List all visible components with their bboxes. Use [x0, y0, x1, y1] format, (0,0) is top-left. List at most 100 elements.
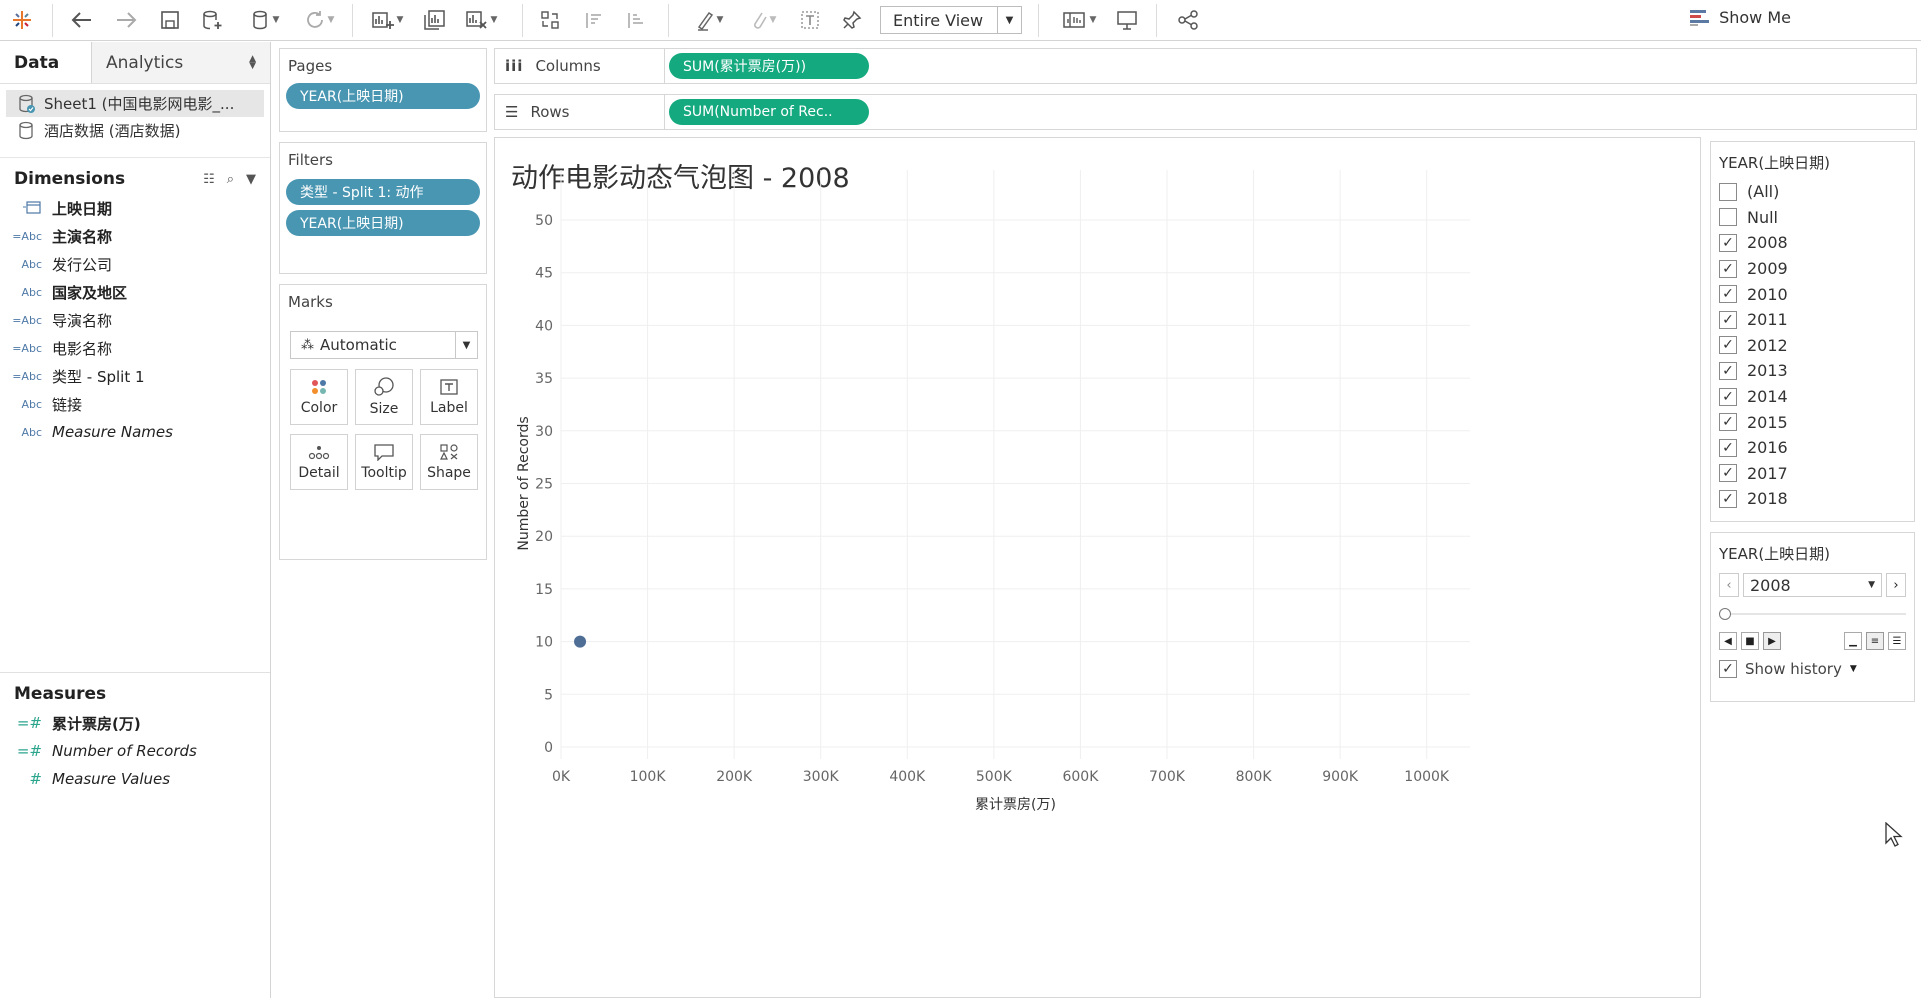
dimension-field[interactable]: Abc 国家及地区	[0, 278, 270, 306]
swap-rows-columns-icon[interactable]	[536, 6, 564, 34]
tooltip-button[interactable]: Tooltip	[355, 434, 413, 490]
dimension-field[interactable]: Abc 链接	[0, 390, 270, 418]
shape-button[interactable]: Shape	[420, 434, 478, 490]
pause-autoupdate-icon[interactable]: ▼	[242, 6, 288, 34]
share-icon[interactable]	[1174, 6, 1202, 34]
filter-pill[interactable]: 类型 - Split 1: 动作	[286, 179, 480, 205]
checkbox[interactable]: ✓	[1719, 310, 1737, 329]
year-filter-item[interactable]: ✓ 2008	[1711, 230, 1914, 256]
checkbox[interactable]	[1719, 182, 1737, 201]
measure-field[interactable]: # Measure Values	[0, 765, 270, 793]
show-mark-labels-icon[interactable]	[796, 6, 824, 34]
save-icon[interactable]	[156, 6, 184, 34]
label-button[interactable]: Label	[420, 369, 478, 425]
detail-button[interactable]: Detail	[290, 434, 348, 490]
speed-slow-icon[interactable]: ▁	[1844, 632, 1862, 650]
fit-select[interactable]: Entire View ▼	[880, 6, 1022, 34]
checkbox[interactable]: ✓	[1719, 489, 1737, 508]
size-button[interactable]: Size	[355, 369, 413, 425]
dimension-field[interactable]: =Abc 主演名称	[0, 222, 270, 250]
new-worksheet-icon[interactable]: ▼	[364, 6, 410, 34]
show-history-checkbox[interactable]: ✓	[1719, 660, 1737, 678]
year-filter-item[interactable]: Null	[1711, 205, 1914, 231]
show-history-row[interactable]: ✓ Show history ▼	[1711, 660, 1914, 678]
page-select[interactable]: 2008 ▼	[1743, 573, 1882, 597]
stop-icon[interactable]: ■	[1741, 632, 1759, 650]
field-name: 累计票房(万)	[52, 714, 141, 733]
chevron-down-icon[interactable]: ▼	[1850, 664, 1857, 674]
mark-type-select[interactable]: ⁂ Automatic ▼	[290, 331, 478, 359]
year-filter-item[interactable]: ✓ 2015	[1711, 409, 1914, 435]
play-backward-icon[interactable]: ◀	[1719, 632, 1737, 650]
year-filter-item[interactable]: ✓ 2018	[1711, 486, 1914, 512]
page-control-title: YEAR(上映日期)	[1719, 545, 1831, 563]
year-filter-item[interactable]: ✓ 2012	[1711, 333, 1914, 359]
measure-field[interactable]: =# 累计票房(万)	[0, 709, 270, 737]
columns-pill[interactable]: SUM(累计票房(万))	[669, 53, 869, 79]
dimension-field[interactable]: 上映日期	[0, 194, 270, 222]
checkbox[interactable]: ✓	[1719, 259, 1737, 278]
clear-sheet-icon[interactable]: ▼	[458, 6, 504, 34]
checkbox[interactable]: ✓	[1719, 285, 1737, 304]
new-datasource-icon[interactable]	[198, 6, 226, 34]
chevron-down-icon[interactable]: ▼	[246, 172, 256, 187]
show-cards-icon[interactable]: ▼	[1056, 6, 1102, 34]
forward-icon[interactable]	[112, 6, 140, 34]
datasource-item[interactable]: 酒店数据 (酒店数据)	[0, 117, 270, 144]
checkbox[interactable]: ✓	[1719, 233, 1737, 252]
back-icon[interactable]	[68, 6, 96, 34]
play-forward-icon[interactable]: ▶	[1763, 632, 1781, 650]
year-filter-item[interactable]: (All)	[1711, 179, 1914, 205]
rows-label: Rows	[530, 103, 570, 121]
duplicate-sheet-icon[interactable]	[420, 6, 450, 34]
checkbox[interactable]: ✓	[1719, 387, 1737, 406]
show-me-button[interactable]: Show Me	[1689, 8, 1791, 27]
year-filter-item[interactable]: ✓ 2011	[1711, 307, 1914, 333]
color-button[interactable]: Color	[290, 369, 348, 425]
group-members-icon[interactable]: ▼	[740, 6, 786, 34]
sort-ascending-icon[interactable]	[580, 6, 608, 34]
datasource-item[interactable]: Sheet1 (中国电影网电影_...	[6, 90, 264, 117]
checkbox[interactable]: ✓	[1719, 464, 1737, 483]
highlight-icon[interactable]: ▼	[686, 6, 732, 34]
rows-pill[interactable]: SUM(Number of Rec..	[669, 99, 869, 125]
slider-thumb[interactable]	[1719, 608, 1731, 620]
speed-medium-icon[interactable]: ≡	[1866, 632, 1884, 650]
search-icon[interactable]: ⌕	[227, 172, 234, 187]
year-filter-item[interactable]: ✓ 2010	[1711, 281, 1914, 307]
dimension-field[interactable]: Abc Measure Names	[0, 418, 270, 446]
dimension-field[interactable]: =Abc 类型 - Split 1	[0, 362, 270, 390]
year-filter-item[interactable]: ✓ 2016	[1711, 435, 1914, 461]
data-point[interactable]	[574, 635, 587, 648]
speed-fast-icon[interactable]: ☰	[1888, 632, 1906, 650]
checkbox[interactable]: ✓	[1719, 438, 1737, 457]
next-page-button[interactable]: ›	[1886, 573, 1906, 597]
dimension-field[interactable]: =Abc 电影名称	[0, 334, 270, 362]
tableau-logo-icon[interactable]	[8, 6, 36, 34]
tab-analytics[interactable]: Analytics ▲ ▼	[92, 42, 270, 83]
year-filter-item[interactable]: ✓ 2009	[1711, 256, 1914, 282]
refresh-icon[interactable]: ▼	[296, 6, 342, 34]
number-type-icon: #	[29, 770, 42, 788]
prev-page-button[interactable]: ‹	[1719, 573, 1739, 597]
measure-field[interactable]: =# Number of Records	[0, 737, 270, 765]
filter-pill[interactable]: YEAR(上映日期)	[286, 210, 480, 236]
checkbox[interactable]	[1719, 208, 1737, 227]
dimension-field[interactable]: Abc 发行公司	[0, 250, 270, 278]
dimension-field[interactable]: =Abc 导演名称	[0, 306, 270, 334]
rows-icon: ☰	[505, 103, 519, 121]
scatter-chart[interactable]: 0K 100K 200K 300K 400K 500K 600K 700K 800K 900K 10…	[495, 138, 1700, 997]
checkbox[interactable]: ✓	[1719, 361, 1737, 380]
page-slider[interactable]	[1719, 604, 1906, 624]
pin-axes-icon[interactable]	[838, 6, 866, 34]
year-filter-item[interactable]: ✓ 2017	[1711, 461, 1914, 487]
tab-data[interactable]: Data	[0, 42, 92, 83]
pages-pill[interactable]: YEAR(上映日期)	[286, 83, 480, 109]
sort-descending-icon[interactable]	[622, 6, 650, 34]
checkbox[interactable]: ✓	[1719, 413, 1737, 432]
year-filter-item[interactable]: ✓ 2013	[1711, 358, 1914, 384]
checkbox[interactable]: ✓	[1719, 336, 1737, 355]
view-toggle-icon[interactable]: ☷	[203, 172, 215, 187]
presentation-mode-icon[interactable]	[1112, 6, 1142, 34]
year-filter-item[interactable]: ✓ 2014	[1711, 384, 1914, 410]
